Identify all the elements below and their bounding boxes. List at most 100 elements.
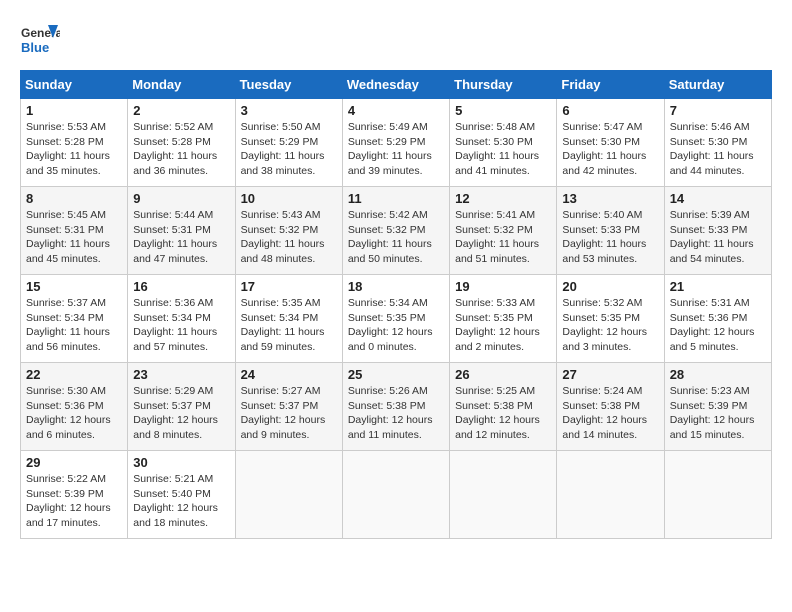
day-number: 19: [455, 279, 551, 294]
calendar-cell: 22 Sunrise: 5:30 AM Sunset: 5:36 PM Dayli…: [21, 363, 128, 451]
weekday-header-friday: Friday: [557, 71, 664, 99]
calendar-cell: 25 Sunrise: 5:26 AM Sunset: 5:38 PM Dayli…: [342, 363, 449, 451]
logo-svg: GeneralBlue: [20, 20, 60, 60]
day-info: Sunrise: 5:35 AM Sunset: 5:34 PM Dayligh…: [241, 296, 337, 355]
day-number: 11: [348, 191, 444, 206]
day-info: Sunrise: 5:50 AM Sunset: 5:29 PM Dayligh…: [241, 120, 337, 179]
logo: GeneralBlue: [20, 20, 60, 60]
day-number: 6: [562, 103, 658, 118]
day-info: Sunrise: 5:34 AM Sunset: 5:35 PM Dayligh…: [348, 296, 444, 355]
day-info: Sunrise: 5:46 AM Sunset: 5:30 PM Dayligh…: [670, 120, 766, 179]
day-number: 29: [26, 455, 122, 470]
day-info: Sunrise: 5:49 AM Sunset: 5:29 PM Dayligh…: [348, 120, 444, 179]
calendar-cell: 6 Sunrise: 5:47 AM Sunset: 5:30 PM Daylig…: [557, 99, 664, 187]
calendar-cell: 23 Sunrise: 5:29 AM Sunset: 5:37 PM Dayli…: [128, 363, 235, 451]
day-info: Sunrise: 5:25 AM Sunset: 5:38 PM Dayligh…: [455, 384, 551, 443]
day-info: Sunrise: 5:41 AM Sunset: 5:32 PM Dayligh…: [455, 208, 551, 267]
day-info: Sunrise: 5:23 AM Sunset: 5:39 PM Dayligh…: [670, 384, 766, 443]
weekday-header-monday: Monday: [128, 71, 235, 99]
weekday-header-tuesday: Tuesday: [235, 71, 342, 99]
day-number: 28: [670, 367, 766, 382]
day-info: Sunrise: 5:31 AM Sunset: 5:36 PM Dayligh…: [670, 296, 766, 355]
calendar-cell: 30 Sunrise: 5:21 AM Sunset: 5:40 PM Dayli…: [128, 451, 235, 539]
day-info: Sunrise: 5:24 AM Sunset: 5:38 PM Dayligh…: [562, 384, 658, 443]
day-number: 22: [26, 367, 122, 382]
day-info: Sunrise: 5:36 AM Sunset: 5:34 PM Dayligh…: [133, 296, 229, 355]
calendar-cell: 4 Sunrise: 5:49 AM Sunset: 5:29 PM Daylig…: [342, 99, 449, 187]
week-row-5: 29 Sunrise: 5:22 AM Sunset: 5:39 PM Dayli…: [21, 451, 772, 539]
day-number: 20: [562, 279, 658, 294]
day-info: Sunrise: 5:37 AM Sunset: 5:34 PM Dayligh…: [26, 296, 122, 355]
day-info: Sunrise: 5:30 AM Sunset: 5:36 PM Dayligh…: [26, 384, 122, 443]
day-number: 24: [241, 367, 337, 382]
day-info: Sunrise: 5:43 AM Sunset: 5:32 PM Dayligh…: [241, 208, 337, 267]
day-number: 5: [455, 103, 551, 118]
day-info: Sunrise: 5:39 AM Sunset: 5:33 PM Dayligh…: [670, 208, 766, 267]
page-header: GeneralBlue: [20, 20, 772, 60]
day-number: 2: [133, 103, 229, 118]
day-info: Sunrise: 5:47 AM Sunset: 5:30 PM Dayligh…: [562, 120, 658, 179]
day-number: 23: [133, 367, 229, 382]
calendar-cell: 12 Sunrise: 5:41 AM Sunset: 5:32 PM Dayli…: [450, 187, 557, 275]
day-info: Sunrise: 5:42 AM Sunset: 5:32 PM Dayligh…: [348, 208, 444, 267]
day-number: 12: [455, 191, 551, 206]
day-info: Sunrise: 5:22 AM Sunset: 5:39 PM Dayligh…: [26, 472, 122, 531]
calendar-cell: 16 Sunrise: 5:36 AM Sunset: 5:34 PM Dayli…: [128, 275, 235, 363]
calendar-cell: 9 Sunrise: 5:44 AM Sunset: 5:31 PM Daylig…: [128, 187, 235, 275]
week-row-2: 8 Sunrise: 5:45 AM Sunset: 5:31 PM Daylig…: [21, 187, 772, 275]
svg-text:Blue: Blue: [21, 40, 49, 55]
day-number: 25: [348, 367, 444, 382]
day-info: Sunrise: 5:26 AM Sunset: 5:38 PM Dayligh…: [348, 384, 444, 443]
calendar-cell: 3 Sunrise: 5:50 AM Sunset: 5:29 PM Daylig…: [235, 99, 342, 187]
day-number: 4: [348, 103, 444, 118]
calendar-cell: 19 Sunrise: 5:33 AM Sunset: 5:35 PM Dayli…: [450, 275, 557, 363]
calendar-cell: 11 Sunrise: 5:42 AM Sunset: 5:32 PM Dayli…: [342, 187, 449, 275]
day-number: 10: [241, 191, 337, 206]
calendar-cell: 15Sunrise: 5:37 AM Sunset: 5:34 PM Dayli…: [21, 275, 128, 363]
day-number: 1: [26, 103, 122, 118]
calendar-cell: 28 Sunrise: 5:23 AM Sunset: 5:39 PM Dayli…: [664, 363, 771, 451]
day-info: Sunrise: 5:48 AM Sunset: 5:30 PM Dayligh…: [455, 120, 551, 179]
day-number: 14: [670, 191, 766, 206]
day-info: Sunrise: 5:44 AM Sunset: 5:31 PM Dayligh…: [133, 208, 229, 267]
weekday-header-saturday: Saturday: [664, 71, 771, 99]
day-number: 17: [241, 279, 337, 294]
calendar-cell: 21 Sunrise: 5:31 AM Sunset: 5:36 PM Dayli…: [664, 275, 771, 363]
calendar-cell: 18 Sunrise: 5:34 AM Sunset: 5:35 PM Dayli…: [342, 275, 449, 363]
calendar-cell: [342, 451, 449, 539]
calendar-header: SundayMondayTuesdayWednesdayThursdayFrid…: [21, 71, 772, 99]
day-number: 3: [241, 103, 337, 118]
weekday-header-sunday: Sunday: [21, 71, 128, 99]
day-number: 7: [670, 103, 766, 118]
calendar-cell: 24Sunrise: 5:27 AM Sunset: 5:37 PM Dayli…: [235, 363, 342, 451]
day-number: 16: [133, 279, 229, 294]
calendar-cell: 1Sunrise: 5:53 AM Sunset: 5:28 PM Daylig…: [21, 99, 128, 187]
calendar-cell: 7 Sunrise: 5:46 AM Sunset: 5:30 PM Daylig…: [664, 99, 771, 187]
calendar-cell: 2Sunrise: 5:52 AM Sunset: 5:28 PM Daylig…: [128, 99, 235, 187]
day-info: Sunrise: 5:21 AM Sunset: 5:40 PM Dayligh…: [133, 472, 229, 531]
day-number: 18: [348, 279, 444, 294]
header-row: SundayMondayTuesdayWednesdayThursdayFrid…: [21, 71, 772, 99]
calendar-body: 1Sunrise: 5:53 AM Sunset: 5:28 PM Daylig…: [21, 99, 772, 539]
calendar-cell: 8 Sunrise: 5:45 AM Sunset: 5:31 PM Daylig…: [21, 187, 128, 275]
day-info: Sunrise: 5:29 AM Sunset: 5:37 PM Dayligh…: [133, 384, 229, 443]
weekday-header-thursday: Thursday: [450, 71, 557, 99]
week-row-1: 1Sunrise: 5:53 AM Sunset: 5:28 PM Daylig…: [21, 99, 772, 187]
calendar-cell: 29 Sunrise: 5:22 AM Sunset: 5:39 PM Dayli…: [21, 451, 128, 539]
day-number: 27: [562, 367, 658, 382]
day-info: Sunrise: 5:40 AM Sunset: 5:33 PM Dayligh…: [562, 208, 658, 267]
day-number: 30: [133, 455, 229, 470]
day-info: Sunrise: 5:32 AM Sunset: 5:35 PM Dayligh…: [562, 296, 658, 355]
day-number: 9: [133, 191, 229, 206]
day-info: Sunrise: 5:45 AM Sunset: 5:31 PM Dayligh…: [26, 208, 122, 267]
day-number: 21: [670, 279, 766, 294]
calendar-cell: 20 Sunrise: 5:32 AM Sunset: 5:35 PM Dayli…: [557, 275, 664, 363]
calendar-cell: 5 Sunrise: 5:48 AM Sunset: 5:30 PM Daylig…: [450, 99, 557, 187]
week-row-4: 22 Sunrise: 5:30 AM Sunset: 5:36 PM Dayli…: [21, 363, 772, 451]
week-row-3: 15Sunrise: 5:37 AM Sunset: 5:34 PM Dayli…: [21, 275, 772, 363]
day-info: Sunrise: 5:33 AM Sunset: 5:35 PM Dayligh…: [455, 296, 551, 355]
day-number: 13: [562, 191, 658, 206]
day-number: 8: [26, 191, 122, 206]
calendar-cell: 17 Sunrise: 5:35 AM Sunset: 5:34 PM Dayli…: [235, 275, 342, 363]
calendar-cell: 27 Sunrise: 5:24 AM Sunset: 5:38 PM Dayli…: [557, 363, 664, 451]
